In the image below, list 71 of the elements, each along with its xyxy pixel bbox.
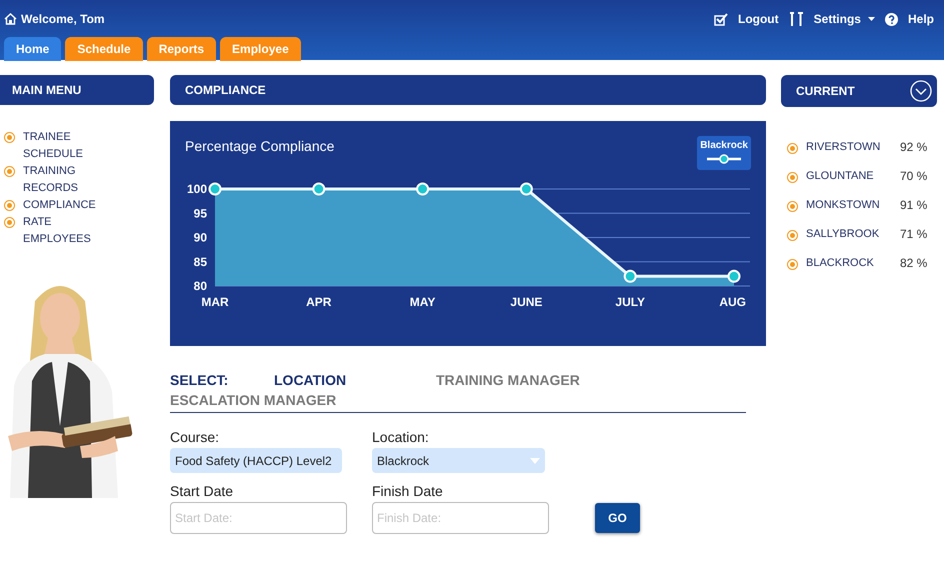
bullet-icon (4, 166, 15, 177)
section-header: COMPLIANCE (170, 75, 766, 105)
axis-label: MAR (201, 295, 229, 309)
checkbox-icon (714, 12, 728, 26)
bullet-icon (787, 230, 798, 240)
filter-tab[interactable]: LOCATION (274, 370, 436, 390)
bullet-icon (4, 217, 15, 228)
bullet-icon (4, 200, 15, 211)
caret-icon (868, 17, 875, 21)
location-name: GLOUNTANE (806, 170, 875, 182)
percentage-value: 82 % (900, 256, 928, 270)
location-name: MONKSTOWN (806, 198, 881, 210)
location-name: BLACKROCK (806, 256, 875, 268)
legend-line-icon (706, 154, 742, 164)
filter-tab[interactable]: TRAINING MANAGER (436, 370, 580, 390)
select-label: SELECT: (170, 372, 230, 388)
start-date-field[interactable]: Start Date: (170, 502, 347, 534)
finish-date-field[interactable]: Finish Date: (372, 502, 549, 534)
data-point (728, 270, 740, 283)
bullet-icon (787, 258, 798, 270)
location-dropdown[interactable]: Blackrock (372, 448, 545, 473)
bullet-icon (4, 132, 15, 143)
axis-label: 90 (194, 230, 207, 244)
tools-icon (788, 12, 804, 26)
data-point (520, 182, 533, 196)
house-icon (4, 13, 17, 25)
axis-label: APR (306, 295, 332, 309)
help-link[interactable]: Help (908, 12, 934, 26)
field-label: Location: (372, 429, 430, 445)
field-label: Finish Date (372, 483, 444, 499)
course-field[interactable]: Food Safety (HACCP) Level2 (170, 448, 342, 473)
bullet-icon (787, 200, 798, 212)
data-point (208, 182, 222, 196)
expand-icon[interactable] (910, 80, 932, 102)
menu-item[interactable]: TRAINEE SCHEDULE (23, 129, 103, 163)
field-label: Course: (170, 429, 220, 445)
chart-title: Percentage Compliance (185, 138, 334, 154)
percentage-value: 91 % (900, 198, 928, 212)
axis-label: MAY (410, 295, 436, 309)
legend-label: Blackrock (700, 140, 748, 151)
welcome-text: Welcome, Tom (21, 12, 105, 26)
bullet-icon (787, 172, 798, 182)
percentage-value: 70 % (900, 168, 928, 182)
axis-label: JULY (615, 295, 645, 309)
section-header: MAIN MENU (0, 75, 154, 105)
axis-label: 80 (194, 279, 207, 293)
axis-label: AUG (719, 295, 746, 309)
logout-link[interactable]: Logout (738, 12, 779, 26)
nav-tab[interactable]: Home (4, 37, 62, 61)
data-point (416, 182, 430, 196)
data-point (312, 182, 326, 196)
filter-tab[interactable]: ESCALATION MANAGER (170, 390, 336, 410)
field-label: Start Date (170, 483, 234, 499)
location-name: RIVERSTOWN (806, 140, 882, 152)
bullet-icon (787, 142, 798, 154)
settings-link[interactable]: Settings (814, 12, 875, 26)
data-point (624, 270, 637, 283)
axis-label: JUNE (510, 295, 542, 309)
menu-item[interactable]: COMPLIANCE (23, 197, 103, 214)
menu-item[interactable]: TRAINING RECORDS (23, 163, 103, 197)
axis-label: 85 (194, 254, 207, 269)
caret-icon (530, 458, 540, 464)
go-button[interactable]: GO (595, 503, 640, 533)
percentage-value: 71 % (900, 226, 928, 240)
help-icon (884, 12, 898, 26)
menu-item[interactable]: RATE EMPLOYEES (23, 214, 103, 248)
percentage-value: 92 % (900, 140, 928, 154)
location-name: SALLYBROOK (806, 228, 880, 240)
section-title: CURRENT (796, 84, 855, 98)
axis-label: 100 (186, 182, 207, 196)
axis-label: 95 (194, 206, 207, 220)
